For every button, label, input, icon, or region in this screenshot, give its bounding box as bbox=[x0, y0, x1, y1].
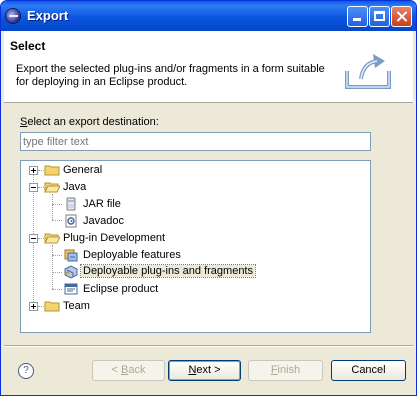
tree-item-label: Javadoc bbox=[83, 215, 124, 227]
plugin-icon bbox=[64, 265, 78, 279]
export-dialog: Export Select Export the selected plug-i… bbox=[0, 0, 417, 396]
finish-button[interactable]: Finish bbox=[248, 360, 323, 381]
tree-item-label: JAR file bbox=[83, 198, 121, 210]
page-description: Export the selected plug-ins and/or frag… bbox=[16, 63, 325, 88]
next-button[interactable]: Next > bbox=[168, 360, 241, 381]
folder-icon bbox=[44, 301, 60, 312]
destination-label: Select an export destination: bbox=[20, 116, 159, 128]
tree-item-label: General bbox=[63, 164, 103, 176]
expand-icon[interactable] bbox=[29, 302, 38, 311]
export-banner-icon bbox=[345, 54, 391, 89]
tree-item-deployable-features[interactable]: Deployable features bbox=[21, 247, 370, 263]
tree-item-plugin-development[interactable]: Plug-in Development bbox=[21, 230, 370, 246]
tree-item-label: Deployable features bbox=[83, 249, 181, 261]
eclipse-icon bbox=[6, 9, 20, 23]
tree-item-java[interactable]: Java bbox=[21, 179, 370, 195]
help-icon[interactable]: ? bbox=[18, 363, 34, 379]
title-bar[interactable]: Export bbox=[1, 1, 416, 31]
tree-item-javadoc[interactable]: Javadoc bbox=[21, 213, 370, 229]
minimize-button[interactable] bbox=[347, 6, 368, 27]
feature-icon bbox=[64, 249, 78, 262]
tree-item-jar-file[interactable]: JAR file bbox=[21, 196, 370, 212]
button-bar-separator bbox=[4, 345, 413, 347]
filter-input[interactable] bbox=[20, 132, 371, 151]
jar-icon bbox=[66, 197, 76, 211]
tree-item-eclipse-product[interactable]: Eclipse product bbox=[21, 281, 370, 297]
tree-item-label: Eclipse product bbox=[83, 283, 159, 295]
destination-tree[interactable]: General Java JAR file Javadoc Plug-in De… bbox=[20, 160, 371, 333]
tree-item-label: Deployable plug-ins and fragments bbox=[80, 264, 256, 278]
cancel-button[interactable]: Cancel bbox=[331, 360, 406, 381]
page-title: Select bbox=[10, 39, 46, 53]
collapse-icon[interactable] bbox=[29, 183, 38, 192]
tree-item-team[interactable]: Team bbox=[21, 298, 370, 314]
expand-icon[interactable] bbox=[29, 166, 38, 175]
wizard-header: Select Export the selected plug-ins and/… bbox=[4, 31, 413, 103]
tree-item-label: Team bbox=[63, 300, 90, 312]
tree-item-label: Plug-in Development bbox=[63, 232, 166, 244]
javadoc-icon bbox=[65, 214, 77, 228]
window-title: Export bbox=[27, 8, 69, 23]
maximize-button[interactable] bbox=[369, 6, 390, 27]
product-icon bbox=[64, 283, 78, 295]
tree-item-general[interactable]: General bbox=[21, 162, 370, 178]
open-folder-icon bbox=[44, 233, 60, 244]
tree-item-label: Java bbox=[63, 181, 87, 193]
tree-item-deployable-plugins[interactable]: Deployable plug-ins and fragments bbox=[21, 264, 370, 280]
open-folder-icon bbox=[44, 182, 60, 193]
close-button[interactable] bbox=[391, 6, 412, 27]
folder-icon bbox=[44, 165, 60, 176]
back-button[interactable]: < Back bbox=[92, 360, 165, 381]
collapse-icon[interactable] bbox=[29, 234, 38, 243]
